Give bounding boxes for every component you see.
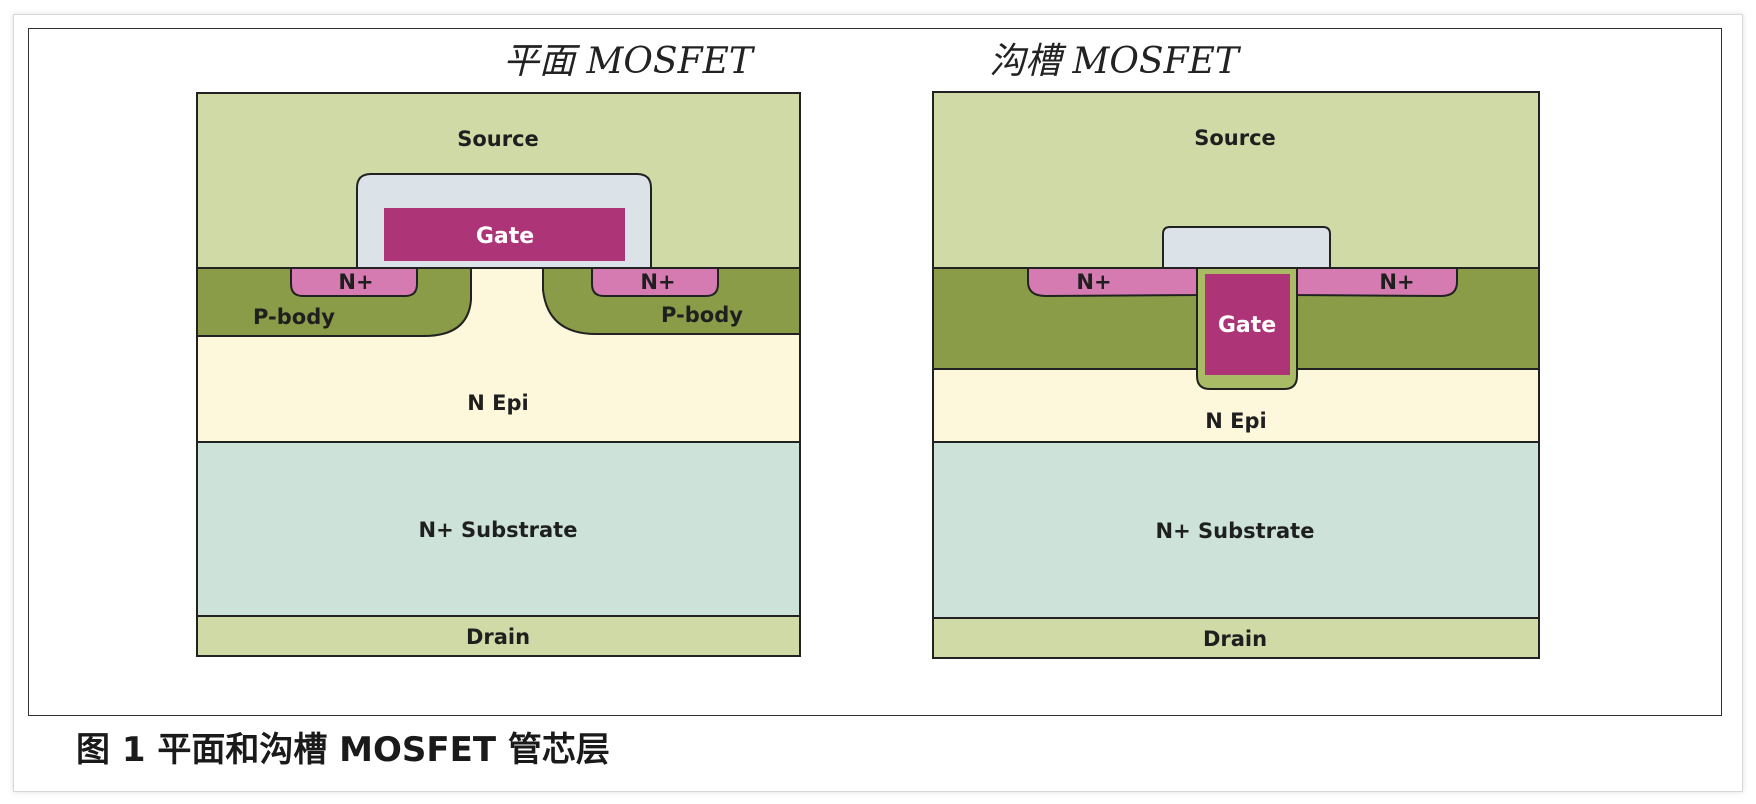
trench-title: 沟槽 MOSFET (989, 41, 1242, 82)
trench-gate-label: Gate (1218, 313, 1276, 338)
planar-title: 平面 MOSFET (503, 41, 756, 82)
planar-p-body-left-label: P-body (253, 305, 335, 329)
figure-caption: 图 1 平面和沟槽 MOSFET 管芯层 (76, 730, 610, 770)
trench-substrate-label: N+ Substrate (1156, 519, 1315, 543)
trench-mosfet: 沟槽 MOSFET Source Gate N+ N+ N Epi N+ Sub… (932, 41, 1540, 659)
trench-source-label: Source (1194, 126, 1276, 150)
planar-mosfet: 平面 MOSFET Source Gate N+ N+ P-body P-bod… (196, 41, 801, 657)
planar-n-epi-label: N Epi (467, 391, 528, 415)
planar-n-plus-right-label: N+ (640, 270, 675, 294)
trench-drain-label: Drain (1203, 627, 1267, 651)
trench-n-plus-right-label: N+ (1379, 270, 1414, 294)
trench-n-plus-right (1295, 267, 1458, 298)
planar-substrate-label: N+ Substrate (419, 518, 578, 542)
planar-gate-label: Gate (476, 224, 534, 249)
trench-n-epi-label: N Epi (1205, 409, 1266, 433)
planar-p-body-right-label: P-body (661, 303, 743, 327)
planar-drain-label: Drain (466, 625, 530, 649)
trench-n-plus-left-label: N+ (1076, 270, 1111, 294)
planar-n-plus-left-label: N+ (338, 270, 373, 294)
mosfet-diagram: 平面 MOSFET Source Gate N+ N+ P-body P-bod… (196, 41, 1540, 659)
trench-n-plus-left (1027, 267, 1198, 298)
trench-gate-oxide (1162, 226, 1331, 269)
planar-source-label: Source (457, 127, 539, 151)
